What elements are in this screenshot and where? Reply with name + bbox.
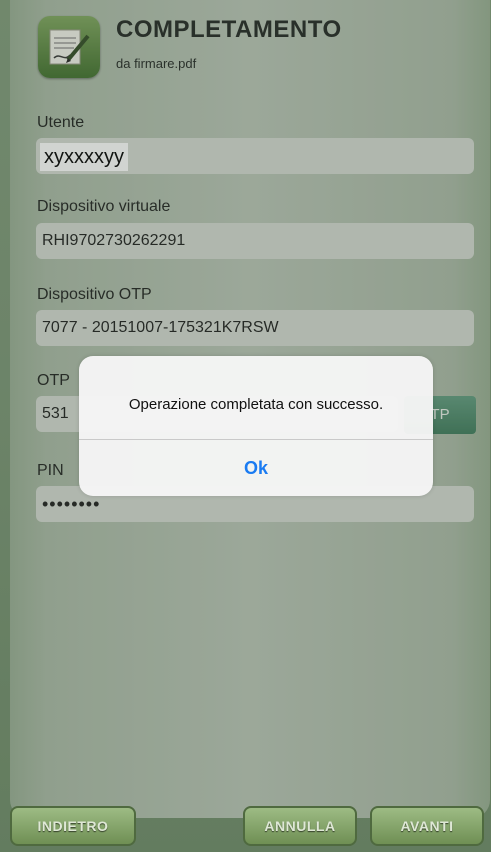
cancel-button[interactable]: ANNULLA [243,806,357,846]
alert-message: Operazione completata con successo. [128,396,384,413]
next-button[interactable]: AVANTI [370,806,484,846]
success-alert: Operazione completata con successo. Ok [79,356,433,496]
alert-ok-button[interactable]: Ok [79,440,433,496]
back-button[interactable]: INDIETRO [10,806,136,846]
